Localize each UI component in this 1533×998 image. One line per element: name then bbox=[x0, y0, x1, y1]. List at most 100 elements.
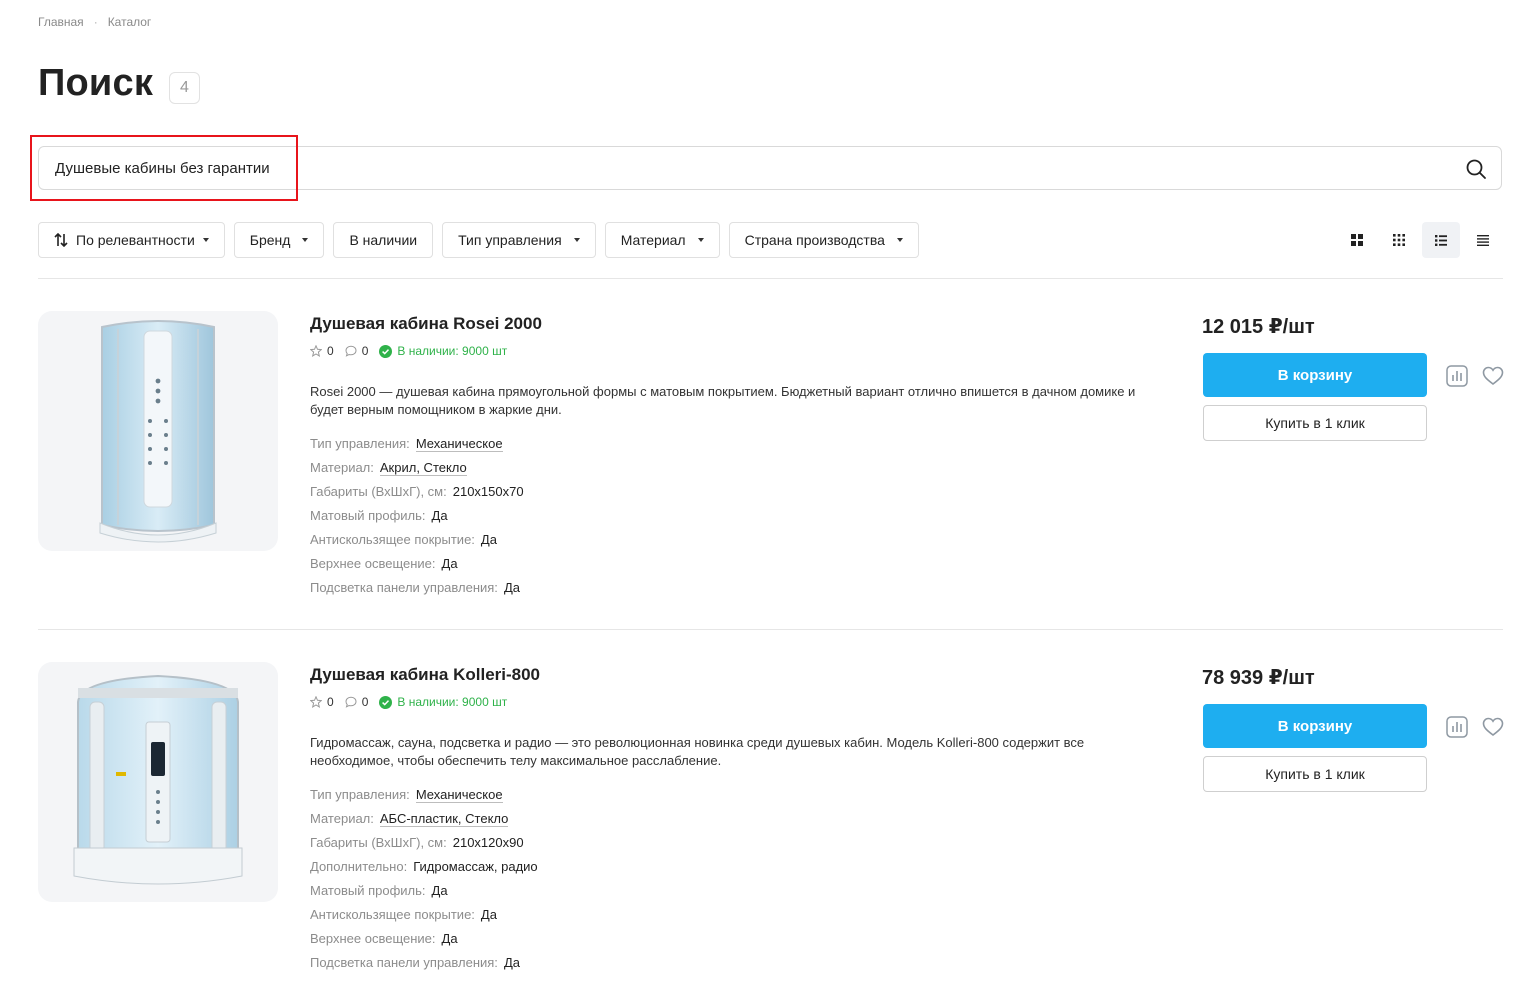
sort-dropdown[interactable]: По релевантности bbox=[38, 222, 225, 258]
comment-icon bbox=[345, 345, 357, 357]
search-icon[interactable] bbox=[1465, 158, 1487, 180]
prop-value: Да bbox=[431, 508, 448, 523]
prop-value: Да bbox=[503, 580, 520, 595]
prop-row: Верхнее освещение: Да bbox=[310, 927, 538, 951]
filter-brand[interactable]: Бренд bbox=[233, 222, 325, 258]
prop-value: Да bbox=[441, 931, 458, 946]
prop-row: Антискользящее покрытие: Да bbox=[310, 528, 524, 552]
search-box bbox=[38, 146, 1502, 190]
prop-label: Подсветка панели управления: bbox=[310, 955, 498, 970]
prop-label: Габариты (ВхШхГ), см: bbox=[310, 484, 447, 499]
prop-value: Да bbox=[480, 907, 497, 922]
product-image[interactable] bbox=[38, 311, 278, 551]
filter-control-type[interactable]: Тип управления bbox=[442, 222, 596, 258]
product-meta: 0 0 В наличии: 9000 шт bbox=[310, 344, 507, 358]
shower-cabin-image bbox=[99, 320, 217, 543]
chevron-down-icon bbox=[202, 238, 209, 242]
filter-country[interactable]: Страна производства bbox=[728, 222, 919, 258]
view-grid-small-button[interactable] bbox=[1380, 222, 1418, 258]
product-price: 78 939 ₽/шт bbox=[1202, 667, 1315, 689]
prop-label: Верхнее освещение: bbox=[310, 931, 436, 946]
prop-label: Материал: bbox=[310, 811, 374, 826]
prop-row: Подсветка панели управления: Да bbox=[310, 951, 538, 975]
product-card: Душевая кабина Rosei 2000 0 0 В наличии:… bbox=[38, 311, 1504, 611]
product-card: Душевая кабина Kolleri-800 0 0 В наличии… bbox=[38, 662, 1504, 992]
prop-label: Верхнее освещение: bbox=[310, 556, 436, 571]
rating[interactable]: 0 bbox=[310, 695, 334, 709]
stock-status: В наличии: 9000 шт bbox=[379, 695, 507, 709]
prop-value[interactable]: Механическое bbox=[415, 787, 503, 803]
prop-row: Материал: Акрил, Стекло bbox=[310, 456, 524, 480]
prop-row: Материал: АБС-пластик, Стекло bbox=[310, 807, 538, 831]
prop-label: Матовый профиль: bbox=[310, 508, 426, 523]
prop-value: Да bbox=[431, 883, 448, 898]
product-props: Тип управления: Механическое Материал: Акр… bbox=[310, 432, 524, 600]
stock-text: В наличии: 9000 шт bbox=[397, 695, 508, 709]
sort-icon bbox=[54, 233, 68, 247]
prop-row: Габариты (ВхШхГ), см: 210x150x70 bbox=[310, 480, 524, 504]
buy-one-click-button[interactable]: Купить в 1 клик bbox=[1203, 405, 1427, 441]
shower-cabin-image bbox=[73, 674, 243, 885]
product-description: Rosei 2000 — душевая кабина прямоугольно… bbox=[310, 384, 1136, 417]
rating[interactable]: 0 bbox=[310, 344, 334, 358]
heart-icon[interactable] bbox=[1482, 717, 1504, 737]
product-price: 12 015 ₽/шт bbox=[1202, 316, 1315, 338]
prop-label: Антискользящее покрытие: bbox=[310, 532, 475, 547]
prop-row: Тип управления: Механическое bbox=[310, 432, 524, 456]
prop-label: Дополнительно: bbox=[310, 859, 408, 874]
product-title[interactable]: Душевая кабина Rosei 2000 bbox=[310, 314, 542, 334]
view-table-button[interactable] bbox=[1464, 222, 1502, 258]
breadcrumb-home[interactable]: Главная bbox=[38, 15, 84, 29]
chevron-down-icon bbox=[697, 238, 704, 242]
view-mode-switcher bbox=[1338, 222, 1502, 258]
reviews[interactable]: 0 bbox=[345, 344, 368, 358]
grid-large-icon bbox=[1351, 234, 1363, 246]
grid-small-icon bbox=[1393, 234, 1405, 246]
heart-icon[interactable] bbox=[1482, 366, 1504, 386]
prop-value[interactable]: Механическое bbox=[415, 436, 503, 452]
product-title[interactable]: Душевая кабина Kolleri-800 bbox=[310, 665, 540, 685]
product-description: Гидромассаж, сауна, подсветка и радио — … bbox=[310, 735, 1085, 768]
comment-icon bbox=[345, 696, 357, 708]
prop-value[interactable]: Акрил, Стекло bbox=[379, 460, 467, 476]
prop-label: Материал: bbox=[310, 460, 374, 475]
chevron-down-icon bbox=[896, 238, 903, 242]
rating-value: 0 bbox=[327, 344, 334, 358]
compare-icon[interactable] bbox=[1446, 365, 1468, 387]
add-to-cart-button[interactable]: В корзину bbox=[1203, 353, 1427, 397]
prop-label: Габариты (ВхШхГ), см: bbox=[310, 835, 447, 850]
filter-brand-label: Бренд bbox=[249, 232, 291, 248]
filter-in-stock[interactable]: В наличии bbox=[333, 222, 434, 258]
view-list-button[interactable] bbox=[1422, 222, 1460, 258]
product-props: Тип управления: Механическое Материал: АБС… bbox=[310, 783, 538, 975]
prop-label: Антискользящее покрытие: bbox=[310, 907, 475, 922]
prop-row: Подсветка панели управления: Да bbox=[310, 576, 524, 600]
buy-one-click-button[interactable]: Купить в 1 клик bbox=[1203, 756, 1427, 792]
filter-control-type-label: Тип управления bbox=[458, 232, 562, 248]
prop-row: Дополнительно: Гидромассаж, радио bbox=[310, 855, 538, 879]
product-image[interactable] bbox=[38, 662, 278, 902]
reviews[interactable]: 0 bbox=[345, 695, 368, 709]
page-title: Поиск bbox=[38, 62, 154, 104]
table-icon bbox=[1477, 234, 1489, 246]
prop-row: Тип управления: Механическое bbox=[310, 783, 538, 807]
prop-value: Да bbox=[480, 532, 497, 547]
divider bbox=[38, 629, 1503, 630]
compare-icon[interactable] bbox=[1446, 716, 1468, 738]
prop-row: Матовый профиль: Да bbox=[310, 879, 538, 903]
add-to-cart-button[interactable]: В корзину bbox=[1203, 704, 1427, 748]
prop-value[interactable]: АБС-пластик, Стекло bbox=[379, 811, 509, 827]
filter-country-label: Страна производства bbox=[744, 232, 885, 248]
prop-value: Гидромассаж, радио bbox=[413, 859, 538, 874]
filter-material[interactable]: Материал bbox=[604, 222, 720, 258]
results-count-badge: 4 bbox=[169, 72, 200, 104]
view-grid-large-button[interactable] bbox=[1338, 222, 1376, 258]
prop-row: Антискользящее покрытие: Да bbox=[310, 903, 538, 927]
sort-label: По релевантности bbox=[76, 232, 195, 248]
prop-value: 210x120x90 bbox=[452, 835, 524, 850]
breadcrumb-catalog[interactable]: Каталог bbox=[108, 15, 152, 29]
prop-row: Матовый профиль: Да bbox=[310, 504, 524, 528]
search-input[interactable] bbox=[55, 147, 1435, 189]
product-meta: 0 0 В наличии: 9000 шт bbox=[310, 695, 507, 709]
breadcrumb: Главная · Каталог bbox=[38, 15, 151, 29]
